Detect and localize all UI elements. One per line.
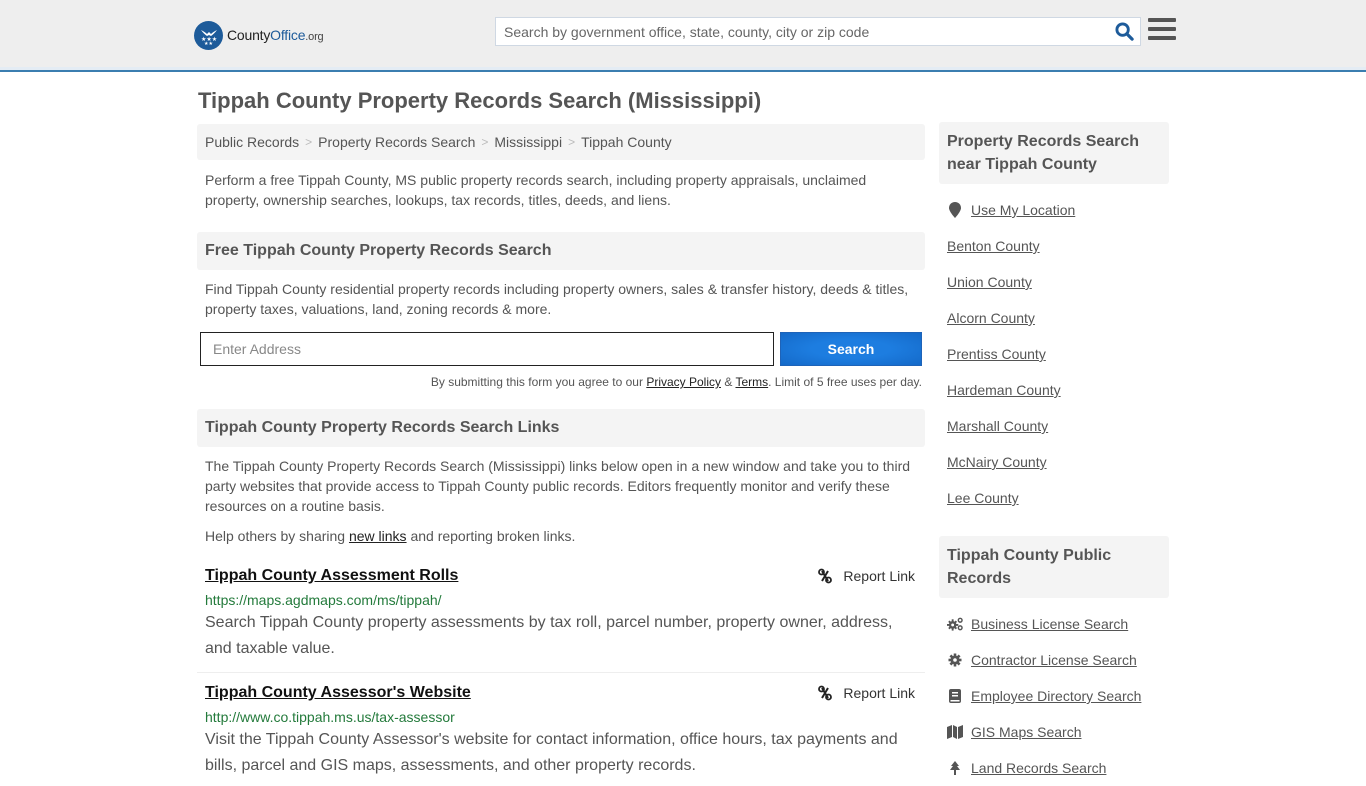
- public-records-heading: Tippah County Public Records: [939, 536, 1169, 598]
- report-link-label: Report Link: [843, 568, 915, 584]
- resource-link-item: Tippah County Assessor's Website Report …: [197, 683, 925, 779]
- resource-link-url: https://maps.agdmaps.com/ms/tippah/: [205, 592, 442, 608]
- resource-link-title[interactable]: Tippah County Assessor's Website: [205, 683, 471, 703]
- breadcrumb-separator: >: [481, 135, 489, 149]
- search-icon: [1114, 22, 1134, 41]
- nearby-county-item: McNairy County: [947, 444, 1161, 480]
- terms-prefix: By submitting this form you agree to our: [430, 375, 647, 389]
- site-search-input[interactable]: [496, 18, 1108, 45]
- site-header: ★★★ ★★ CountyOffice.org: [0, 0, 1366, 72]
- nearby-county-link[interactable]: Marshall County: [947, 418, 1048, 434]
- address-search-form: Search: [197, 332, 925, 366]
- help-suffix: and reporting broken links.: [406, 528, 576, 544]
- nearby-county-item: Hardeman County: [947, 372, 1161, 408]
- map-marker-icon: [947, 202, 963, 218]
- public-record-item: Business License Search: [947, 606, 1161, 642]
- links-section-heading: Tippah County Property Records Search Li…: [197, 409, 925, 447]
- breadcrumb-tippah-county[interactable]: Tippah County: [581, 134, 672, 150]
- site-search-bar: [495, 17, 1141, 46]
- nearby-county-link[interactable]: Lee County: [947, 490, 1019, 506]
- public-record-link[interactable]: Land Records Search: [971, 760, 1106, 776]
- sidebar: Property Records Search near Tippah Coun…: [939, 122, 1169, 786]
- use-my-location-link[interactable]: Use My Location: [971, 202, 1075, 218]
- nearby-county-link[interactable]: Prentiss County: [947, 346, 1046, 362]
- report-link-button[interactable]: Report Link: [817, 566, 915, 586]
- terms-suffix: . Limit of 5 free uses per day.: [768, 375, 922, 389]
- nearby-county-item: Union County: [947, 264, 1161, 300]
- public-records-list: Business License Search Contractor Licen…: [939, 606, 1169, 786]
- gear-icon: [947, 653, 963, 667]
- nearby-heading: Property Records Search near Tippah Coun…: [939, 122, 1169, 184]
- tree-icon: [947, 761, 963, 775]
- svg-text:★★: ★★: [204, 41, 213, 46]
- eagle-stars-icon: ★★★ ★★: [194, 20, 223, 50]
- public-record-item: Employee Directory Search: [947, 678, 1161, 714]
- terms-link[interactable]: Terms: [735, 375, 768, 389]
- hamburger-menu-icon[interactable]: [1148, 18, 1176, 44]
- public-record-link[interactable]: Business License Search: [971, 616, 1128, 632]
- nearby-county-link[interactable]: Union County: [947, 274, 1032, 290]
- report-link-button[interactable]: Report Link: [817, 683, 915, 703]
- privacy-policy-link[interactable]: Privacy Policy: [646, 375, 721, 389]
- book-icon: [947, 689, 963, 703]
- public-record-item: Contractor License Search: [947, 642, 1161, 678]
- broken-link-icon: [818, 685, 833, 701]
- logo-text: CountyOffice.org: [227, 27, 324, 43]
- resource-link-item: Tippah County Assessment Rolls Report Li…: [197, 566, 925, 673]
- free-search-description: Find Tippah County residential property …: [205, 281, 909, 317]
- breadcrumb-mississippi[interactable]: Mississippi: [494, 134, 562, 150]
- public-record-link[interactable]: Employee Directory Search: [971, 688, 1141, 704]
- public-record-link[interactable]: Contractor License Search: [971, 652, 1137, 668]
- map-icon: [947, 725, 963, 739]
- main-content: Public Records > Property Records Search…: [197, 124, 925, 779]
- use-my-location-item: Use My Location: [947, 192, 1161, 228]
- gears-icon: [947, 617, 963, 631]
- resource-link-url: http://www.co.tippah.ms.us/tax-assessor: [205, 709, 455, 725]
- nearby-county-item: Lee County: [947, 480, 1161, 516]
- report-link-label: Report Link: [843, 685, 915, 701]
- breadcrumb-property-records-search[interactable]: Property Records Search: [318, 134, 475, 150]
- links-section-description: The Tippah County Property Records Searc…: [205, 458, 911, 514]
- address-input[interactable]: [200, 332, 774, 366]
- nearby-county-item: Benton County: [947, 228, 1161, 264]
- resource-link-description: Visit the Tippah County Assessor's websi…: [205, 731, 898, 774]
- terms-notice: By submitting this form you agree to our…: [197, 375, 925, 389]
- breadcrumb-separator: >: [568, 135, 576, 149]
- free-search-heading: Free Tippah County Property Records Sear…: [197, 232, 925, 270]
- nearby-county-link[interactable]: Alcorn County: [947, 310, 1035, 326]
- resource-link-description: Search Tippah County property assessment…: [205, 614, 893, 657]
- help-text: Help others by sharing new links and rep…: [197, 526, 925, 546]
- site-search-button[interactable]: [1108, 18, 1140, 45]
- resource-link-title[interactable]: Tippah County Assessment Rolls: [205, 566, 458, 586]
- public-record-link[interactable]: GIS Maps Search: [971, 724, 1082, 740]
- broken-link-icon: [818, 568, 833, 584]
- site-logo[interactable]: ★★★ ★★ CountyOffice.org: [194, 20, 324, 50]
- public-record-item: Land Records Search: [947, 750, 1161, 786]
- public-record-item: GIS Maps Search: [947, 714, 1161, 750]
- nearby-county-item: Prentiss County: [947, 336, 1161, 372]
- breadcrumb: Public Records > Property Records Search…: [197, 124, 925, 160]
- page-title: Tippah County Property Records Search (M…: [198, 88, 762, 113]
- nearby-county-link[interactable]: Benton County: [947, 238, 1040, 254]
- nearby-county-link[interactable]: McNairy County: [947, 454, 1047, 470]
- nearby-county-item: Alcorn County: [947, 300, 1161, 336]
- intro-text: Perform a free Tippah County, MS public …: [205, 172, 867, 208]
- help-prefix: Help others by sharing: [205, 528, 349, 544]
- breadcrumb-public-records[interactable]: Public Records: [205, 134, 299, 150]
- new-links-link[interactable]: new links: [349, 528, 407, 544]
- terms-amp: &: [721, 375, 736, 389]
- breadcrumb-separator: >: [305, 135, 313, 149]
- nearby-county-list: Use My Location Benton County Union Coun…: [939, 192, 1169, 516]
- nearby-county-item: Marshall County: [947, 408, 1161, 444]
- address-search-button[interactable]: Search: [780, 332, 922, 366]
- nearby-county-link[interactable]: Hardeman County: [947, 382, 1061, 398]
